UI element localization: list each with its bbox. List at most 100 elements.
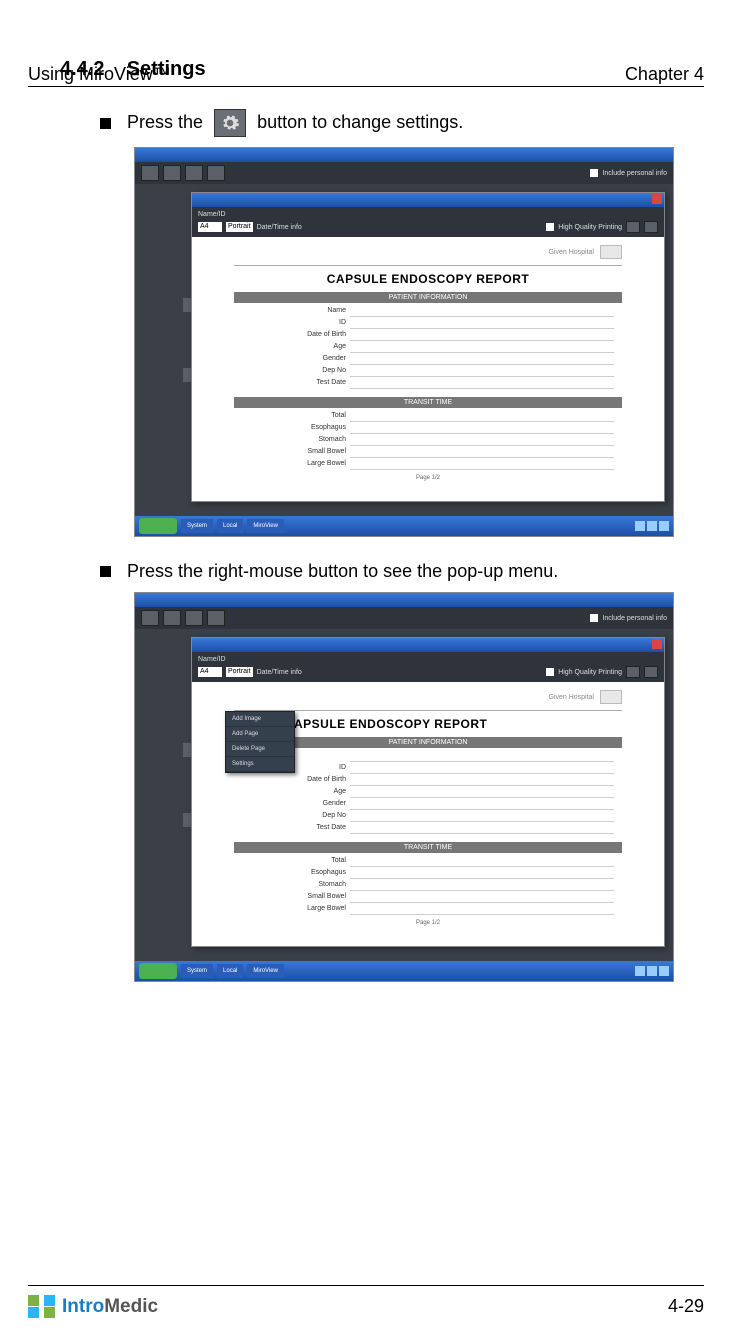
transit-fields: Total Esophagus Stomach Small Bowel Larg…: [304, 412, 614, 472]
hospital-logo: [600, 690, 622, 704]
report-page-footer: Page 1/2: [192, 920, 664, 926]
settings-icon[interactable]: [626, 666, 640, 678]
logo-intro-text: Intro: [62, 1296, 104, 1318]
field-stomach: Stomach: [304, 436, 350, 448]
ctx-delete-page[interactable]: Delete Page: [226, 742, 294, 757]
field-dob: Date of Birth: [304, 776, 350, 788]
report-rule: [234, 265, 622, 266]
dialog-controls: Name/ID A4 Portrait Date/Time info High …: [192, 652, 664, 682]
paper-size-select[interactable]: A4: [198, 667, 222, 677]
bullet-2: Press the right-mouse button to see the …: [100, 561, 672, 582]
transit-fields: Total Esophagus Stomach Small Bowel Larg…: [304, 857, 614, 917]
print-button[interactable]: [163, 610, 181, 626]
dialog-titlebar: [192, 638, 664, 652]
bullet-square-icon: [100, 118, 111, 129]
field-depno: Dep No: [304, 812, 350, 824]
patient-info-bar: PATIENT INFORMATION: [234, 292, 622, 303]
taskbar-item-3[interactable]: MiroView: [247, 964, 284, 978]
close-icon[interactable]: [652, 194, 662, 204]
orientation-select[interactable]: Portrait: [226, 667, 253, 677]
field-total: Total: [304, 412, 350, 424]
include-personal-checkbox[interactable]: [590, 614, 598, 622]
taskbar-item-1[interactable]: System: [181, 519, 213, 533]
logo-medic-text: Medic: [104, 1296, 158, 1318]
include-personal-label: Include personal info: [602, 615, 667, 622]
hq-print-checkbox[interactable]: [546, 668, 554, 676]
include-personal-checkbox[interactable]: [590, 169, 598, 177]
side-tab-2[interactable]: [183, 368, 191, 382]
tray-icon[interactable]: [635, 966, 645, 976]
bullet-1-pre: Press the: [127, 112, 203, 132]
settings-icon[interactable]: [626, 221, 640, 233]
settings-gear-button[interactable]: [214, 109, 246, 137]
paper-size-select[interactable]: A4: [198, 222, 222, 232]
home-button[interactable]: [141, 165, 159, 181]
tray-icon[interactable]: [647, 966, 657, 976]
tray-icon[interactable]: [659, 521, 669, 531]
ctx-add-image[interactable]: Add Image: [226, 712, 294, 727]
report-preview: Given Hospital CAPSULE ENDOSCOPY REPORT …: [192, 237, 664, 483]
patient-fields: Name ID Date of Birth Age Gender Dep No …: [304, 307, 614, 391]
tray-icon[interactable]: [635, 521, 645, 531]
taskbar-item-2[interactable]: Local: [217, 964, 243, 978]
field-depno: Dep No: [304, 367, 350, 379]
side-tab-1[interactable]: [183, 743, 191, 757]
screenshot-2: Include personal info Name/ID A4 Portrai…: [134, 592, 674, 982]
tray-icon[interactable]: [659, 966, 669, 976]
system-tray: [635, 966, 669, 976]
page-number: 4-29: [668, 1296, 704, 1317]
field-id: ID: [304, 319, 350, 331]
print-button[interactable]: [163, 165, 181, 181]
zoom-button[interactable]: [207, 610, 225, 626]
hq-print-checkbox[interactable]: [546, 223, 554, 231]
bullet-1-post: button to change settings.: [257, 112, 463, 132]
close-icon[interactable]: [652, 639, 662, 649]
field-esoph: Esophagus: [304, 424, 350, 436]
home-button[interactable]: [141, 610, 159, 626]
ctx-settings[interactable]: Settings: [226, 757, 294, 772]
system-tray: [635, 521, 669, 531]
bullet-1: Press the button to change settings.: [100, 109, 672, 137]
header-rule: [28, 86, 704, 87]
field-total: Total: [304, 857, 350, 869]
field-testdate: Test Date: [304, 824, 350, 836]
patient-fields: ID Date of Birth Age Gender Dep No Test …: [304, 752, 614, 836]
window-titlebar: [135, 593, 673, 607]
field-lbowel: Large Bowel: [304, 905, 350, 917]
ctx-add-page[interactable]: Add Page: [226, 727, 294, 742]
page-button[interactable]: [185, 165, 203, 181]
intromedic-logo: IntroMedic: [28, 1295, 158, 1318]
report-title: CAPSULE ENDOSCOPY REPORT: [234, 272, 622, 286]
taskbar-item-2[interactable]: Local: [217, 519, 243, 533]
page-header: Using MiroView™ Chapter 4: [28, 64, 704, 85]
zoom-button[interactable]: [207, 165, 225, 181]
orientation-select[interactable]: Portrait: [226, 222, 253, 232]
start-button[interactable]: [139, 518, 177, 534]
side-tab-1[interactable]: [183, 298, 191, 312]
field-lbowel: Large Bowel: [304, 460, 350, 472]
include-personal-label: Include personal info: [602, 170, 667, 177]
field-dob: Date of Birth: [304, 331, 350, 343]
report-settings-dialog: Name/ID A4 Portrait Date/Time info High …: [191, 192, 665, 502]
print-icon[interactable]: [644, 666, 658, 678]
dialog-titlebar: [192, 193, 664, 207]
side-tab-2[interactable]: [183, 813, 191, 827]
tray-icon[interactable]: [647, 521, 657, 531]
start-button[interactable]: [139, 963, 177, 979]
field-name: [304, 752, 350, 764]
screenshot-1: Include personal info Name/ID A4 Portrai…: [134, 147, 674, 537]
hospital-name: Given Hospital: [548, 249, 594, 256]
field-stomach: Stomach: [304, 881, 350, 893]
hq-print-label: High Quality Printing: [558, 669, 622, 676]
header-left: Using MiroView™: [28, 64, 171, 85]
bullet-square-icon: [100, 566, 111, 577]
taskbar-item-3[interactable]: MiroView: [247, 519, 284, 533]
field-gender: Gender: [304, 800, 350, 812]
field-age: Age: [304, 788, 350, 800]
context-menu: Add Image Add Page Delete Page Settings: [225, 711, 295, 773]
print-icon[interactable]: [644, 221, 658, 233]
page-button[interactable]: [185, 610, 203, 626]
field-name: Name: [304, 307, 350, 319]
taskbar-item-1[interactable]: System: [181, 964, 213, 978]
transit-time-bar: TRANSIT TIME: [234, 397, 622, 408]
